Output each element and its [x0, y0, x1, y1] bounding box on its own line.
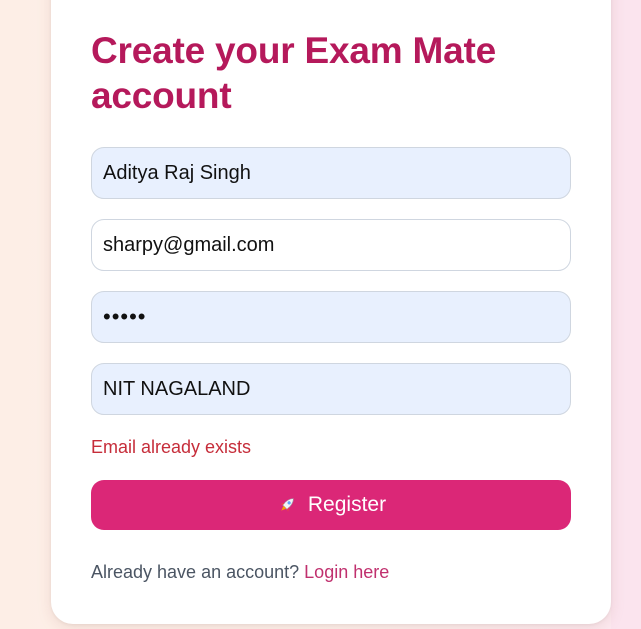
- login-prompt: Already have an account? Login here: [91, 562, 389, 583]
- email-input[interactable]: [91, 219, 571, 271]
- name-input[interactable]: [91, 147, 571, 199]
- register-button-label: Register: [307, 493, 387, 516]
- register-button[interactable]: Register: [91, 480, 571, 530]
- login-link[interactable]: Login here: [304, 562, 389, 582]
- institute-input[interactable]: [91, 363, 571, 415]
- rocket-icon: [276, 494, 298, 516]
- background-strip: [611, 0, 641, 629]
- page-title: Create your Exam Mate account: [91, 30, 497, 116]
- login-prompt-text: Already have an account?: [91, 562, 300, 582]
- password-input[interactable]: [91, 291, 571, 343]
- error-message: Email already exists: [91, 437, 252, 457]
